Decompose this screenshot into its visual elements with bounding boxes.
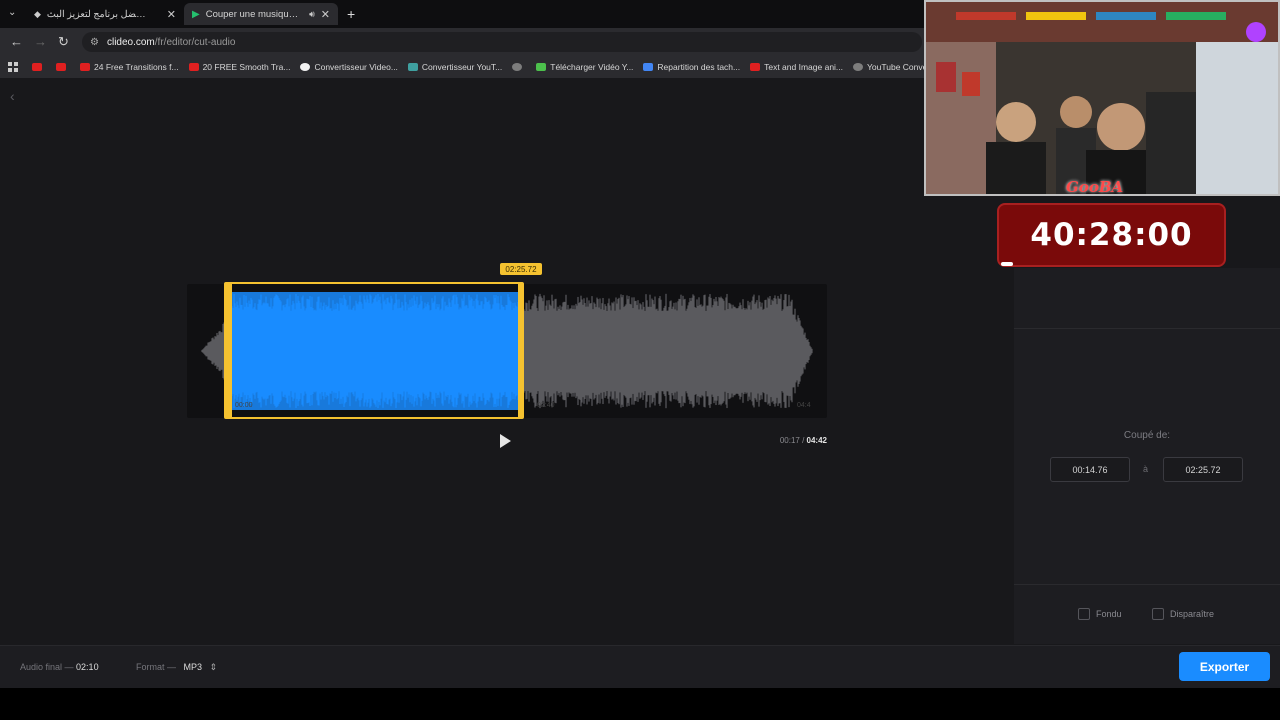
tab-cut-audio[interactable]: ▶ Couper une musique — Dé 🔊︎ ✕ [184,3,338,25]
selection-frame[interactable] [224,282,524,419]
panel-divider [1014,584,1280,585]
download-icon [536,63,547,71]
tab-alerts[interactable]: ◆ التنبيهات | أفضل برنامج لتعزيز البث ✕ [26,3,184,25]
cut-from-label: Coupé de: [1123,430,1171,441]
screen-bottom-strip [0,688,1280,720]
bookmark-item[interactable] [32,63,46,71]
youtube-icon [188,63,199,71]
audio-playing-icon[interactable]: 🔊︎ [309,9,315,20]
fade-out-checkbox[interactable]: Disparaître [1152,608,1214,620]
new-tab-button[interactable]: + [347,6,355,22]
final-audio-info: Audio final — 02:10 [20,662,99,672]
cut-start-input[interactable]: 00:14.76 [1050,457,1130,482]
bookmark-item[interactable] [56,63,70,71]
range-separator: à [1143,464,1149,474]
google-icon [300,63,311,71]
bookmark-item[interactable]: Convertisseur Video... [300,62,398,72]
play-button[interactable] [500,434,511,448]
youtube-icon [750,63,761,71]
countdown-timer: 40:28:00 [997,203,1226,267]
bookmark-item[interactable]: Repartition des tach... [643,62,740,72]
youtube-icon [32,63,42,71]
address-bar[interactable]: ⚙ clideo.com/fr/editor/cut-audio [82,32,922,52]
bookmark-item[interactable]: Télécharger Vidéo Y... [536,62,633,72]
format-selector[interactable]: Format — MP3 ⇕ [136,662,217,673]
forward-icon[interactable]: → [34,34,47,49]
export-button[interactable]: Exporter [1179,652,1270,681]
waveform-mid-marker: 02:40 [537,402,555,409]
site-info-icon[interactable]: ⚙ [90,37,99,48]
fade-in-checkbox[interactable]: Fondu [1078,608,1122,620]
url-host: clideo.com [106,36,155,48]
total-time: 04:42 [806,436,827,445]
url-path: /fr/editor/cut-audio [154,36,236,48]
globe-icon [853,63,864,71]
cut-end-input[interactable]: 02:25.72 [1163,457,1243,482]
checkbox-box[interactable] [1078,608,1090,620]
tab-search-icon[interactable]: ⌄ [8,7,16,18]
back-icon[interactable]: ← [10,34,23,49]
tab-title: Couper une musique — Dé [205,8,303,20]
fade-out-label: Disparaître [1170,609,1215,619]
webcam-logo: GooBA [1066,178,1124,196]
close-tab-icon[interactable]: ✕ [167,8,176,21]
fade-in-label: Fondu [1096,609,1122,619]
bookmark-item[interactable] [512,63,526,71]
settings-panel [1014,268,1280,644]
webcam-overlay: GooBA [924,0,1280,196]
globe-icon [512,63,523,71]
webcam-feed [926,2,1278,194]
bookmark-item[interactable]: Text and Image ani... [750,62,843,72]
timer-progress-bar [1001,262,1013,266]
panel-divider [1014,328,1280,329]
close-tab-icon[interactable]: ✕ [321,8,330,21]
tab-title: التنبيهات | أفضل برنامج لتعزيز البث [46,8,147,20]
final-audio-duration: 02:10 [76,662,99,672]
editor-back-icon[interactable]: ‹ [10,88,15,104]
current-time: 00:17 [779,436,800,445]
youtube-icon [80,63,90,71]
docs-icon [643,63,654,71]
playback-time: 00:17 / 04:42 [779,436,827,445]
chevron-updown-icon[interactable]: ⇕ [210,662,218,672]
youtube-icon [56,63,66,71]
tab-favicon-icon: ◆ [34,8,41,19]
checkbox-box[interactable] [1152,608,1164,620]
reload-icon[interactable]: ↻ [58,34,69,50]
apps-icon[interactable] [8,62,18,72]
selection-end-badge: 02:25.72 [500,263,542,275]
bookmark-item[interactable]: 24 Free Transitions f... [80,62,179,72]
converter-icon [407,63,418,71]
waveform-end-marker: 04:4 [797,402,811,409]
format-value[interactable]: MP3 [184,662,203,672]
clideo-favicon-icon: ▶ [192,8,200,20]
bookmark-item[interactable]: 20 FREE Smooth Tra... [188,62,290,72]
bookmark-item[interactable]: Convertisseur YouT... [407,62,502,72]
